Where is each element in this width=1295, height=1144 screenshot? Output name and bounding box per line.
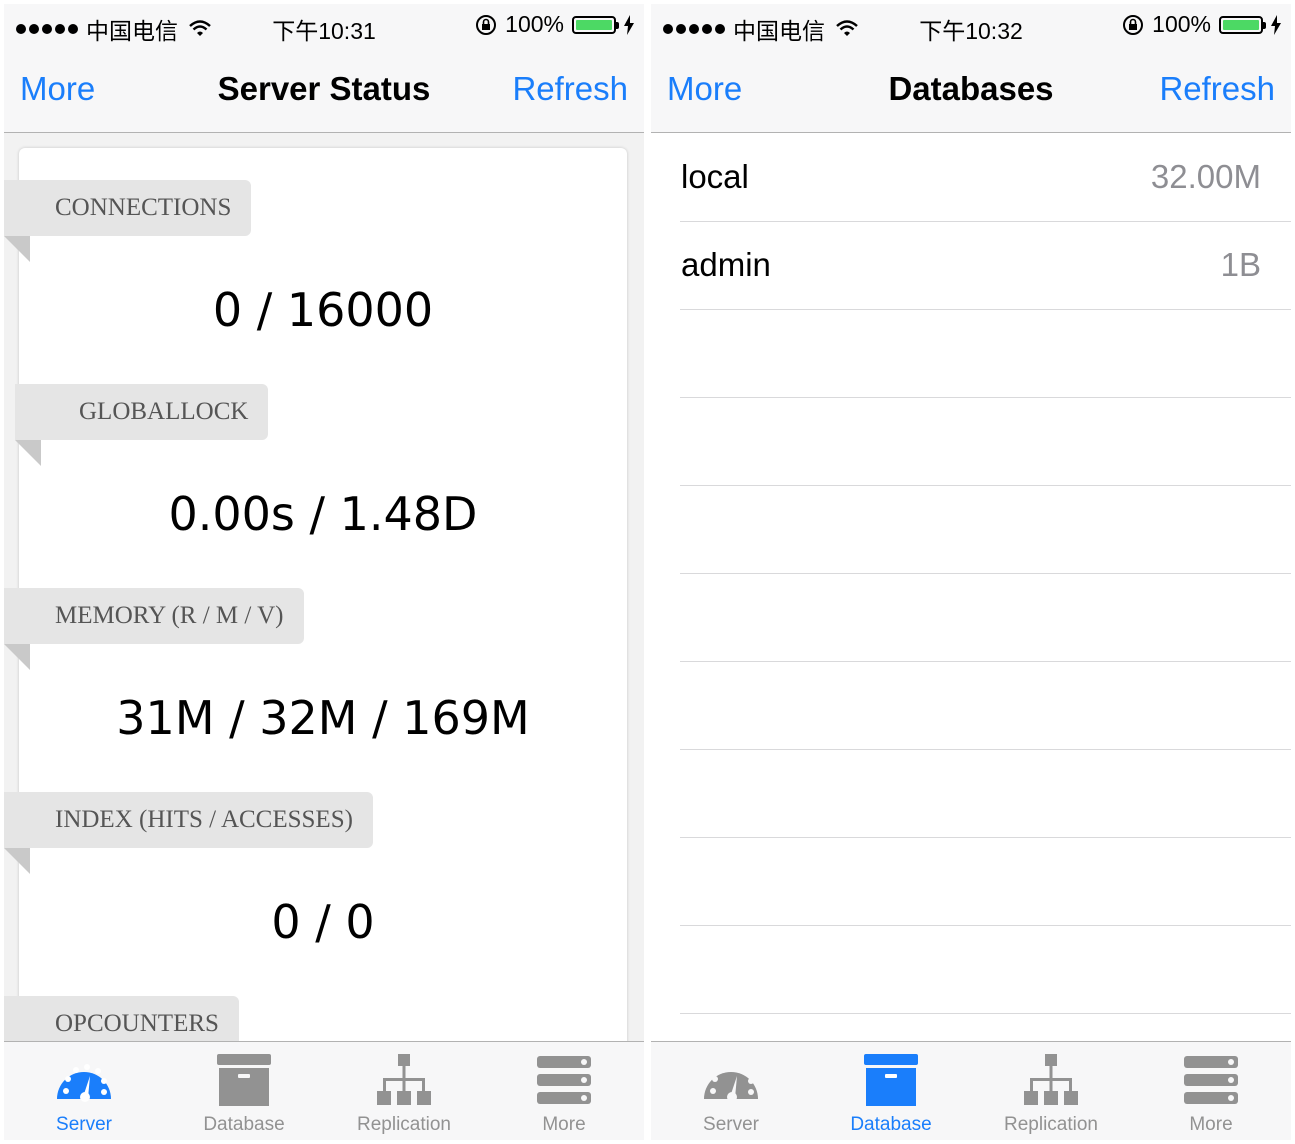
database-name: local bbox=[681, 158, 749, 195]
tab-label: More bbox=[542, 1114, 586, 1135]
connections-value: 0 / 16000 bbox=[212, 283, 434, 337]
speedometer-icon bbox=[57, 1064, 111, 1102]
databases-screen: 中国电信 下午10:32 100% More Databases Refresh… bbox=[651, 4, 1291, 1140]
tab-label: Database bbox=[203, 1114, 285, 1135]
tab-bar: Server Database Replication More bbox=[651, 1041, 1291, 1140]
charging-bolt-icon bbox=[1271, 14, 1281, 35]
database-size: 32.00M bbox=[1150, 158, 1261, 195]
tab-server[interactable]: Server bbox=[651, 1042, 811, 1140]
tab-replication[interactable]: Replication bbox=[324, 1042, 484, 1140]
tab-label: More bbox=[1189, 1114, 1233, 1135]
globallock-label: GLOBALLOCK bbox=[15, 384, 269, 466]
charging-bolt-icon bbox=[624, 14, 634, 35]
navigation-bar: More Server Status Refresh bbox=[4, 46, 644, 133]
tab-database[interactable]: Database bbox=[164, 1042, 324, 1140]
empty-row bbox=[680, 661, 1291, 750]
empty-row bbox=[680, 485, 1291, 574]
server-status-content[interactable]: CONNECTIONS 0 / 16000 GLOBALLOCK 0.00s /… bbox=[4, 133, 644, 1042]
tab-database[interactable]: Database bbox=[811, 1042, 971, 1140]
tab-bar: Server Database Replication More bbox=[4, 1041, 644, 1140]
empty-row bbox=[680, 925, 1291, 1014]
database-list[interactable]: local 32.00M admin 1B bbox=[651, 133, 1291, 1042]
database-size: 1B bbox=[1220, 246, 1261, 283]
navigation-bar: More Databases Refresh bbox=[651, 46, 1291, 133]
battery-percent: 100% bbox=[1152, 11, 1211, 37]
tab-server[interactable]: Server bbox=[4, 1042, 164, 1140]
tab-label: Server bbox=[703, 1114, 759, 1135]
server-status-screen: 中国电信 下午10:31 100% More Server Status Ref… bbox=[4, 4, 644, 1140]
tab-more[interactable]: More bbox=[1131, 1042, 1291, 1140]
server-rack-icon bbox=[1184, 1056, 1238, 1104]
memory-value: 31M / 32M / 169M bbox=[116, 691, 530, 745]
refresh-button[interactable]: Refresh bbox=[512, 70, 628, 108]
tab-replication[interactable]: Replication bbox=[971, 1042, 1131, 1140]
connections-label: CONNECTIONS bbox=[4, 180, 252, 262]
empty-row bbox=[680, 397, 1291, 486]
hierarchy-icon bbox=[377, 1054, 431, 1105]
empty-row bbox=[680, 837, 1291, 926]
database-row-local[interactable]: local 32.00M bbox=[680, 133, 1291, 222]
archive-box-icon bbox=[217, 1054, 271, 1106]
battery-icon bbox=[1219, 15, 1266, 34]
archive-box-icon bbox=[864, 1054, 918, 1106]
battery-icon bbox=[572, 15, 619, 34]
tab-more[interactable]: More bbox=[484, 1042, 644, 1140]
hierarchy-icon bbox=[1024, 1054, 1078, 1105]
empty-row bbox=[680, 573, 1291, 662]
server-rack-icon bbox=[537, 1056, 591, 1104]
status-bar: 中国电信 下午10:31 100% bbox=[4, 4, 644, 46]
memory-label: MEMORY (R / M / V) bbox=[4, 588, 304, 670]
status-bar: 中国电信 下午10:32 100% bbox=[651, 4, 1291, 46]
tab-label: Replication bbox=[357, 1114, 451, 1135]
tab-label: Server bbox=[56, 1114, 112, 1135]
database-name: admin bbox=[681, 246, 771, 283]
index-label: INDEX (HITS / ACCESSES) bbox=[4, 792, 373, 874]
globallock-value: 0.00s / 1.48D bbox=[168, 487, 478, 541]
empty-row bbox=[680, 749, 1291, 838]
tab-label: Replication bbox=[1004, 1114, 1098, 1135]
tab-label: Database bbox=[850, 1114, 932, 1135]
battery-percent: 100% bbox=[505, 11, 564, 37]
database-row-admin[interactable]: admin 1B bbox=[680, 221, 1291, 310]
speedometer-icon bbox=[704, 1064, 758, 1102]
rotation-lock-icon bbox=[1123, 14, 1144, 35]
index-value: 0 / 0 bbox=[271, 895, 375, 949]
opcounters-label: OPCOUNTERS bbox=[4, 996, 239, 1042]
empty-row bbox=[680, 309, 1291, 398]
refresh-button[interactable]: Refresh bbox=[1159, 70, 1275, 108]
rotation-lock-icon bbox=[476, 14, 497, 35]
